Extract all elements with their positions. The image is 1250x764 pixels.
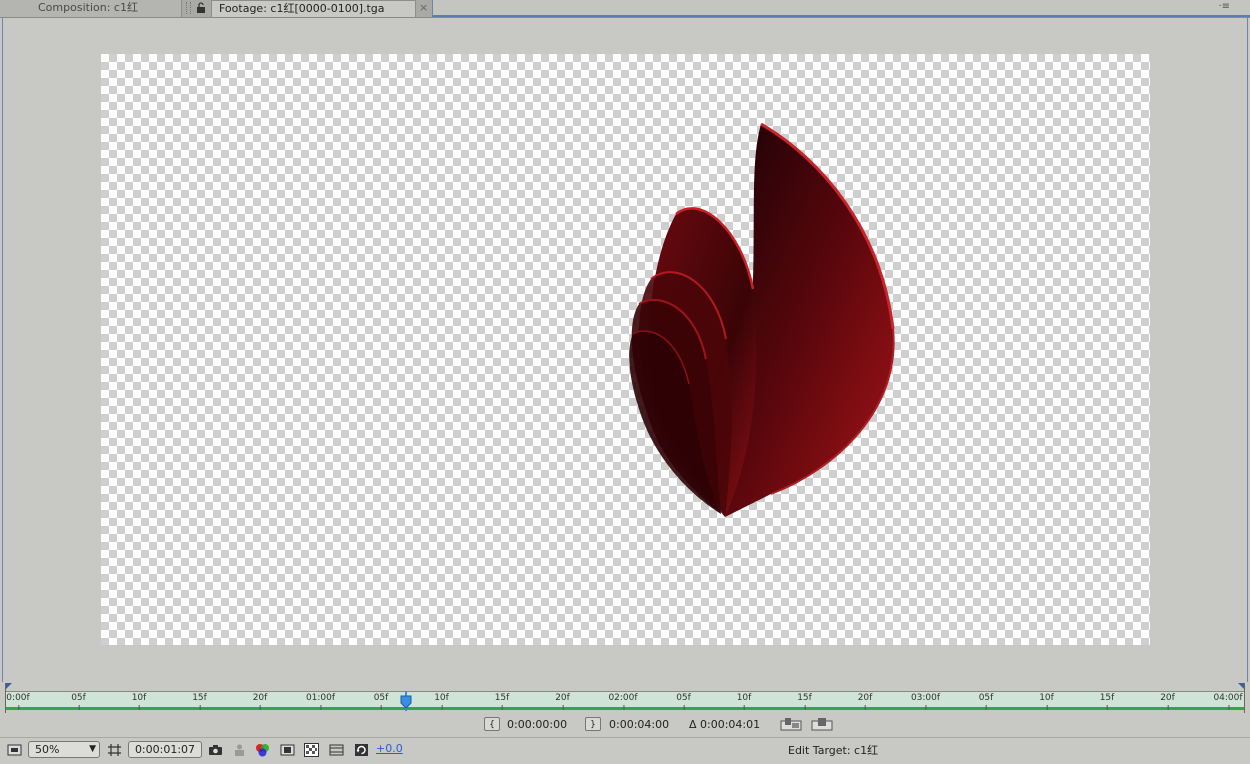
viewer-toolbar: 50% ▼ 0:00:01:07 +0.0 Edit Target: c1红 bbox=[0, 737, 1250, 764]
panel-tab-bar: Composition: c1红 Footage: c1红[0000-0100]… bbox=[0, 0, 1250, 18]
edit-target-label: Edit Target: c1红 bbox=[788, 744, 879, 757]
snapshot-camera-icon[interactable] bbox=[208, 743, 223, 757]
region-of-interest-icon[interactable] bbox=[107, 743, 122, 757]
ruler-tick-label: 20f bbox=[857, 693, 873, 710]
range-row: { 0:00:00:00 } 0:00:04:00 Δ 0:00:04:01 bbox=[0, 715, 1250, 735]
zoom-value: 50% bbox=[35, 743, 60, 756]
ruler-tick-label: 05f bbox=[978, 693, 994, 710]
work-area-start-handle[interactable] bbox=[6, 683, 12, 689]
work-area-end-handle[interactable] bbox=[1238, 683, 1244, 689]
ruler-tick-label: 20f bbox=[1160, 693, 1175, 710]
ruler-tick-label: 15f bbox=[797, 693, 812, 710]
set-in-point-button[interactable]: { bbox=[484, 717, 500, 731]
out-point-icon: } bbox=[590, 720, 596, 730]
ruler-tick-label: 15f bbox=[1099, 693, 1115, 710]
in-point-time[interactable]: 0:00:00:00 bbox=[507, 718, 567, 731]
ruler-tick-label: 15f bbox=[192, 693, 207, 710]
chevron-down-icon: ▼ bbox=[89, 744, 96, 754]
ruler-tick-label: 20f bbox=[252, 693, 268, 710]
ruler-tick-label: 10f bbox=[434, 693, 449, 710]
time-ruler[interactable]: 0:00f 05f 10f 15f 20f 01:00f 05f 10f 15f 20f 02:00… bbox=[5, 683, 1245, 713]
ruler-tick-label: 10f bbox=[1039, 693, 1054, 710]
current-time-indicator-icon[interactable] bbox=[400, 691, 412, 711]
ruler-tick-label: 01:00f bbox=[305, 693, 336, 710]
footage-canvas[interactable] bbox=[101, 54, 1150, 645]
set-out-point-button[interactable]: } bbox=[585, 717, 601, 731]
lock-icon[interactable] bbox=[195, 2, 207, 14]
ruler-tick-label: 15f bbox=[494, 693, 510, 710]
tab-footage-label: Footage: c1红[0000-0100].tga bbox=[219, 2, 385, 15]
ruler-tick-label: 10f bbox=[131, 693, 147, 710]
tab-composition[interactable]: Composition: c1红 bbox=[0, 0, 182, 17]
ruler-tick-label: 02:00f bbox=[608, 693, 638, 710]
work-area-bar[interactable] bbox=[6, 707, 1244, 710]
ruler-tick-label: 04:00f bbox=[1213, 693, 1243, 710]
current-time-value: 0:00:01:07 bbox=[134, 743, 196, 756]
magnification-select[interactable]: 50% ▼ bbox=[28, 741, 100, 758]
always-preview-icon[interactable] bbox=[7, 743, 22, 757]
tab-footage[interactable]: Footage: c1红[0000-0100].tga ▼ bbox=[211, 0, 621, 17]
out-point-time[interactable]: 0:00:04:00 bbox=[609, 718, 669, 731]
guides-icon[interactable] bbox=[329, 743, 344, 757]
ruler-tick-label: 0:00f bbox=[6, 693, 30, 710]
overlay-edit-icon[interactable] bbox=[811, 717, 833, 732]
close-icon[interactable]: × bbox=[419, 0, 428, 15]
tab-bar-empty: ·≡ bbox=[432, 0, 1250, 17]
transparency-grid-icon[interactable] bbox=[304, 743, 319, 757]
tab-composition-label: Composition: c1红 bbox=[38, 1, 138, 14]
ruler-tick-label: 05f bbox=[676, 693, 691, 710]
ripple-insert-icon[interactable] bbox=[780, 717, 802, 732]
reset-exposure-icon[interactable] bbox=[354, 743, 369, 757]
ruler-navigator-bar[interactable] bbox=[6, 683, 1244, 692]
in-point-icon: { bbox=[489, 720, 495, 730]
ruler-tick-label: 05f bbox=[71, 693, 86, 710]
ruler-tick-label: 10f bbox=[736, 693, 752, 710]
exposure-value[interactable]: +0.0 bbox=[376, 742, 403, 755]
show-snapshot-icon[interactable] bbox=[232, 743, 247, 757]
current-time-field[interactable]: 0:00:01:07 bbox=[128, 741, 202, 758]
toggle-mask-icon[interactable] bbox=[280, 743, 295, 757]
ruler-tick-label: 03:00f bbox=[910, 693, 941, 710]
footage-image-red-shape bbox=[629, 122, 895, 517]
ruler-tick-label: 05f bbox=[373, 693, 389, 710]
panel-menu-icon[interactable]: ·≡ bbox=[1218, 1, 1230, 12]
duration-time[interactable]: Δ 0:00:04:01 bbox=[689, 718, 760, 731]
tab-grip-handle[interactable] bbox=[186, 2, 191, 14]
channels-icon[interactable] bbox=[255, 743, 270, 757]
ruler-tick-label: 20f bbox=[555, 693, 570, 710]
